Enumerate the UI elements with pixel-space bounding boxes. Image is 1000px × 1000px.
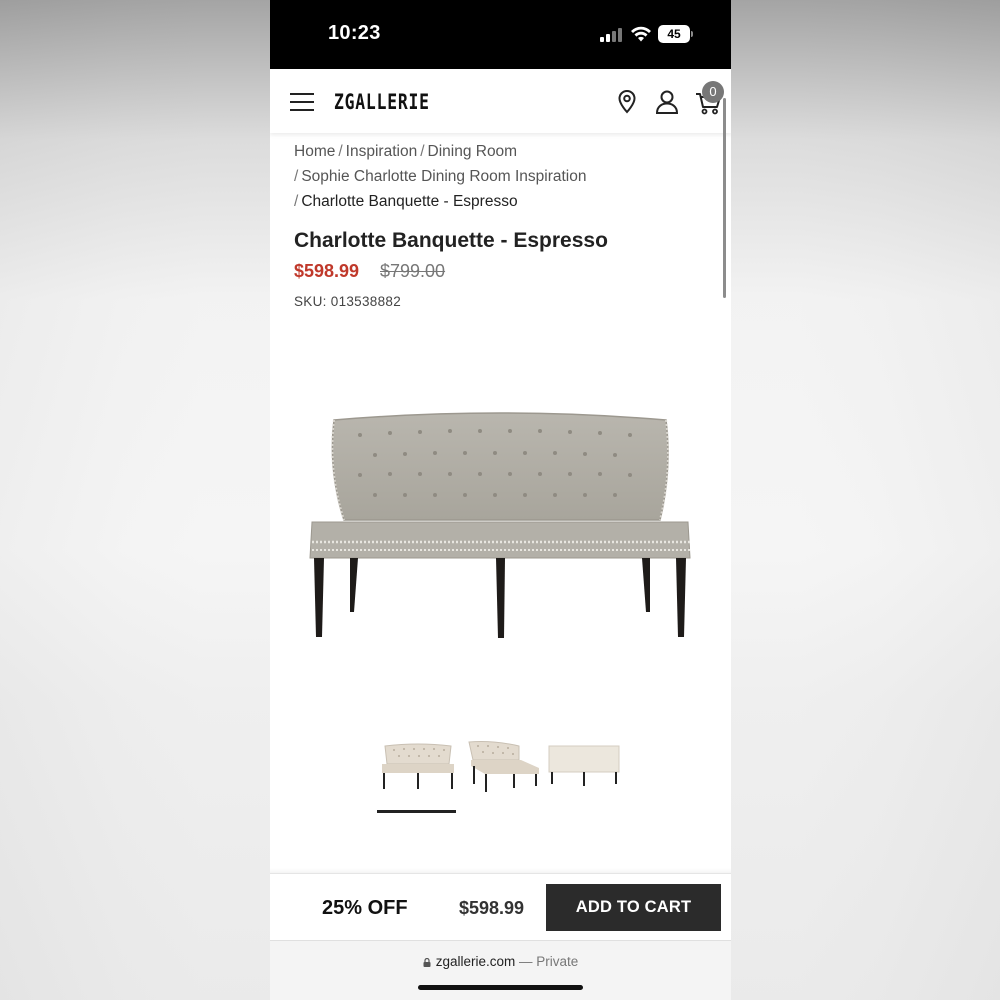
sticky-price: $598.99	[459, 898, 525, 918]
site-header: ZGALLERIE	[270, 69, 731, 133]
url-display[interactable]: zgallerie.com — Private	[270, 954, 731, 969]
breadcrumb-inspiration[interactable]: Inspiration	[346, 143, 418, 160]
map-pin-icon[interactable]	[614, 88, 640, 116]
thumbnail-back[interactable]	[545, 738, 623, 802]
thumbnail-front[interactable]	[379, 738, 457, 802]
breadcrumb-separator: /	[420, 143, 425, 160]
background-right	[730, 0, 1000, 1000]
product-title: Charlotte Banquette - Espresso	[294, 229, 608, 252]
sale-price: $598.99	[294, 261, 360, 281]
thumbnail-strip	[375, 738, 635, 818]
private-mode-label: Private	[536, 954, 579, 969]
thumbnail-selected-indicator	[377, 810, 456, 813]
sticky-add-to-cart-bar: 25% OFF $598.99 ADD TO CART	[270, 873, 731, 939]
battery-tip	[691, 31, 693, 37]
cart-count-badge: 0	[702, 81, 724, 103]
wifi-icon	[631, 26, 651, 42]
breadcrumb: Home / Inspiration / Dining Room / Sophie Cha…	[294, 139, 714, 214]
url-domain: zgallerie.com	[435, 954, 516, 969]
breadcrumb-current: Charlotte Banquette - Espresso	[301, 193, 518, 210]
discount-label: 25% OFF	[322, 897, 408, 919]
breadcrumb-home[interactable]: Home	[294, 143, 335, 160]
phone-screen: 10:23 45 ZGALLERIE 0 Home / Inspiration …	[270, 0, 731, 1000]
breadcrumb-separator: /	[294, 168, 299, 185]
product-sku: SKU: 013538882	[294, 294, 402, 309]
site-logo[interactable]: ZGALLERIE	[334, 90, 430, 114]
add-to-cart-button[interactable]: ADD TO CART	[546, 884, 721, 931]
thumbnail-angle[interactable]	[463, 738, 541, 802]
breadcrumb-dining-room[interactable]: Dining Room	[428, 143, 518, 160]
user-icon[interactable]	[654, 88, 680, 116]
breadcrumb-separator: /	[294, 193, 299, 210]
background-left	[0, 0, 270, 1000]
original-price: $799.00	[380, 261, 446, 281]
status-time: 10:23	[328, 22, 381, 44]
cellular-signal-icon	[600, 28, 624, 42]
breadcrumb-separator: /	[338, 143, 343, 160]
battery-indicator: 45	[658, 25, 690, 43]
scrollbar[interactable]	[723, 98, 726, 298]
product-image[interactable]	[300, 400, 700, 650]
breadcrumb-collection[interactable]: Sophie Charlotte Dining Room Inspiration	[301, 168, 586, 185]
hamburger-menu-icon[interactable]	[290, 93, 314, 111]
url-separator: —	[519, 954, 533, 969]
lock-icon	[423, 958, 431, 967]
status-bar: 10:23 45	[270, 0, 731, 69]
home-indicator[interactable]	[418, 985, 583, 990]
browser-url-bar[interactable]: zgallerie.com — Private	[270, 940, 731, 1000]
